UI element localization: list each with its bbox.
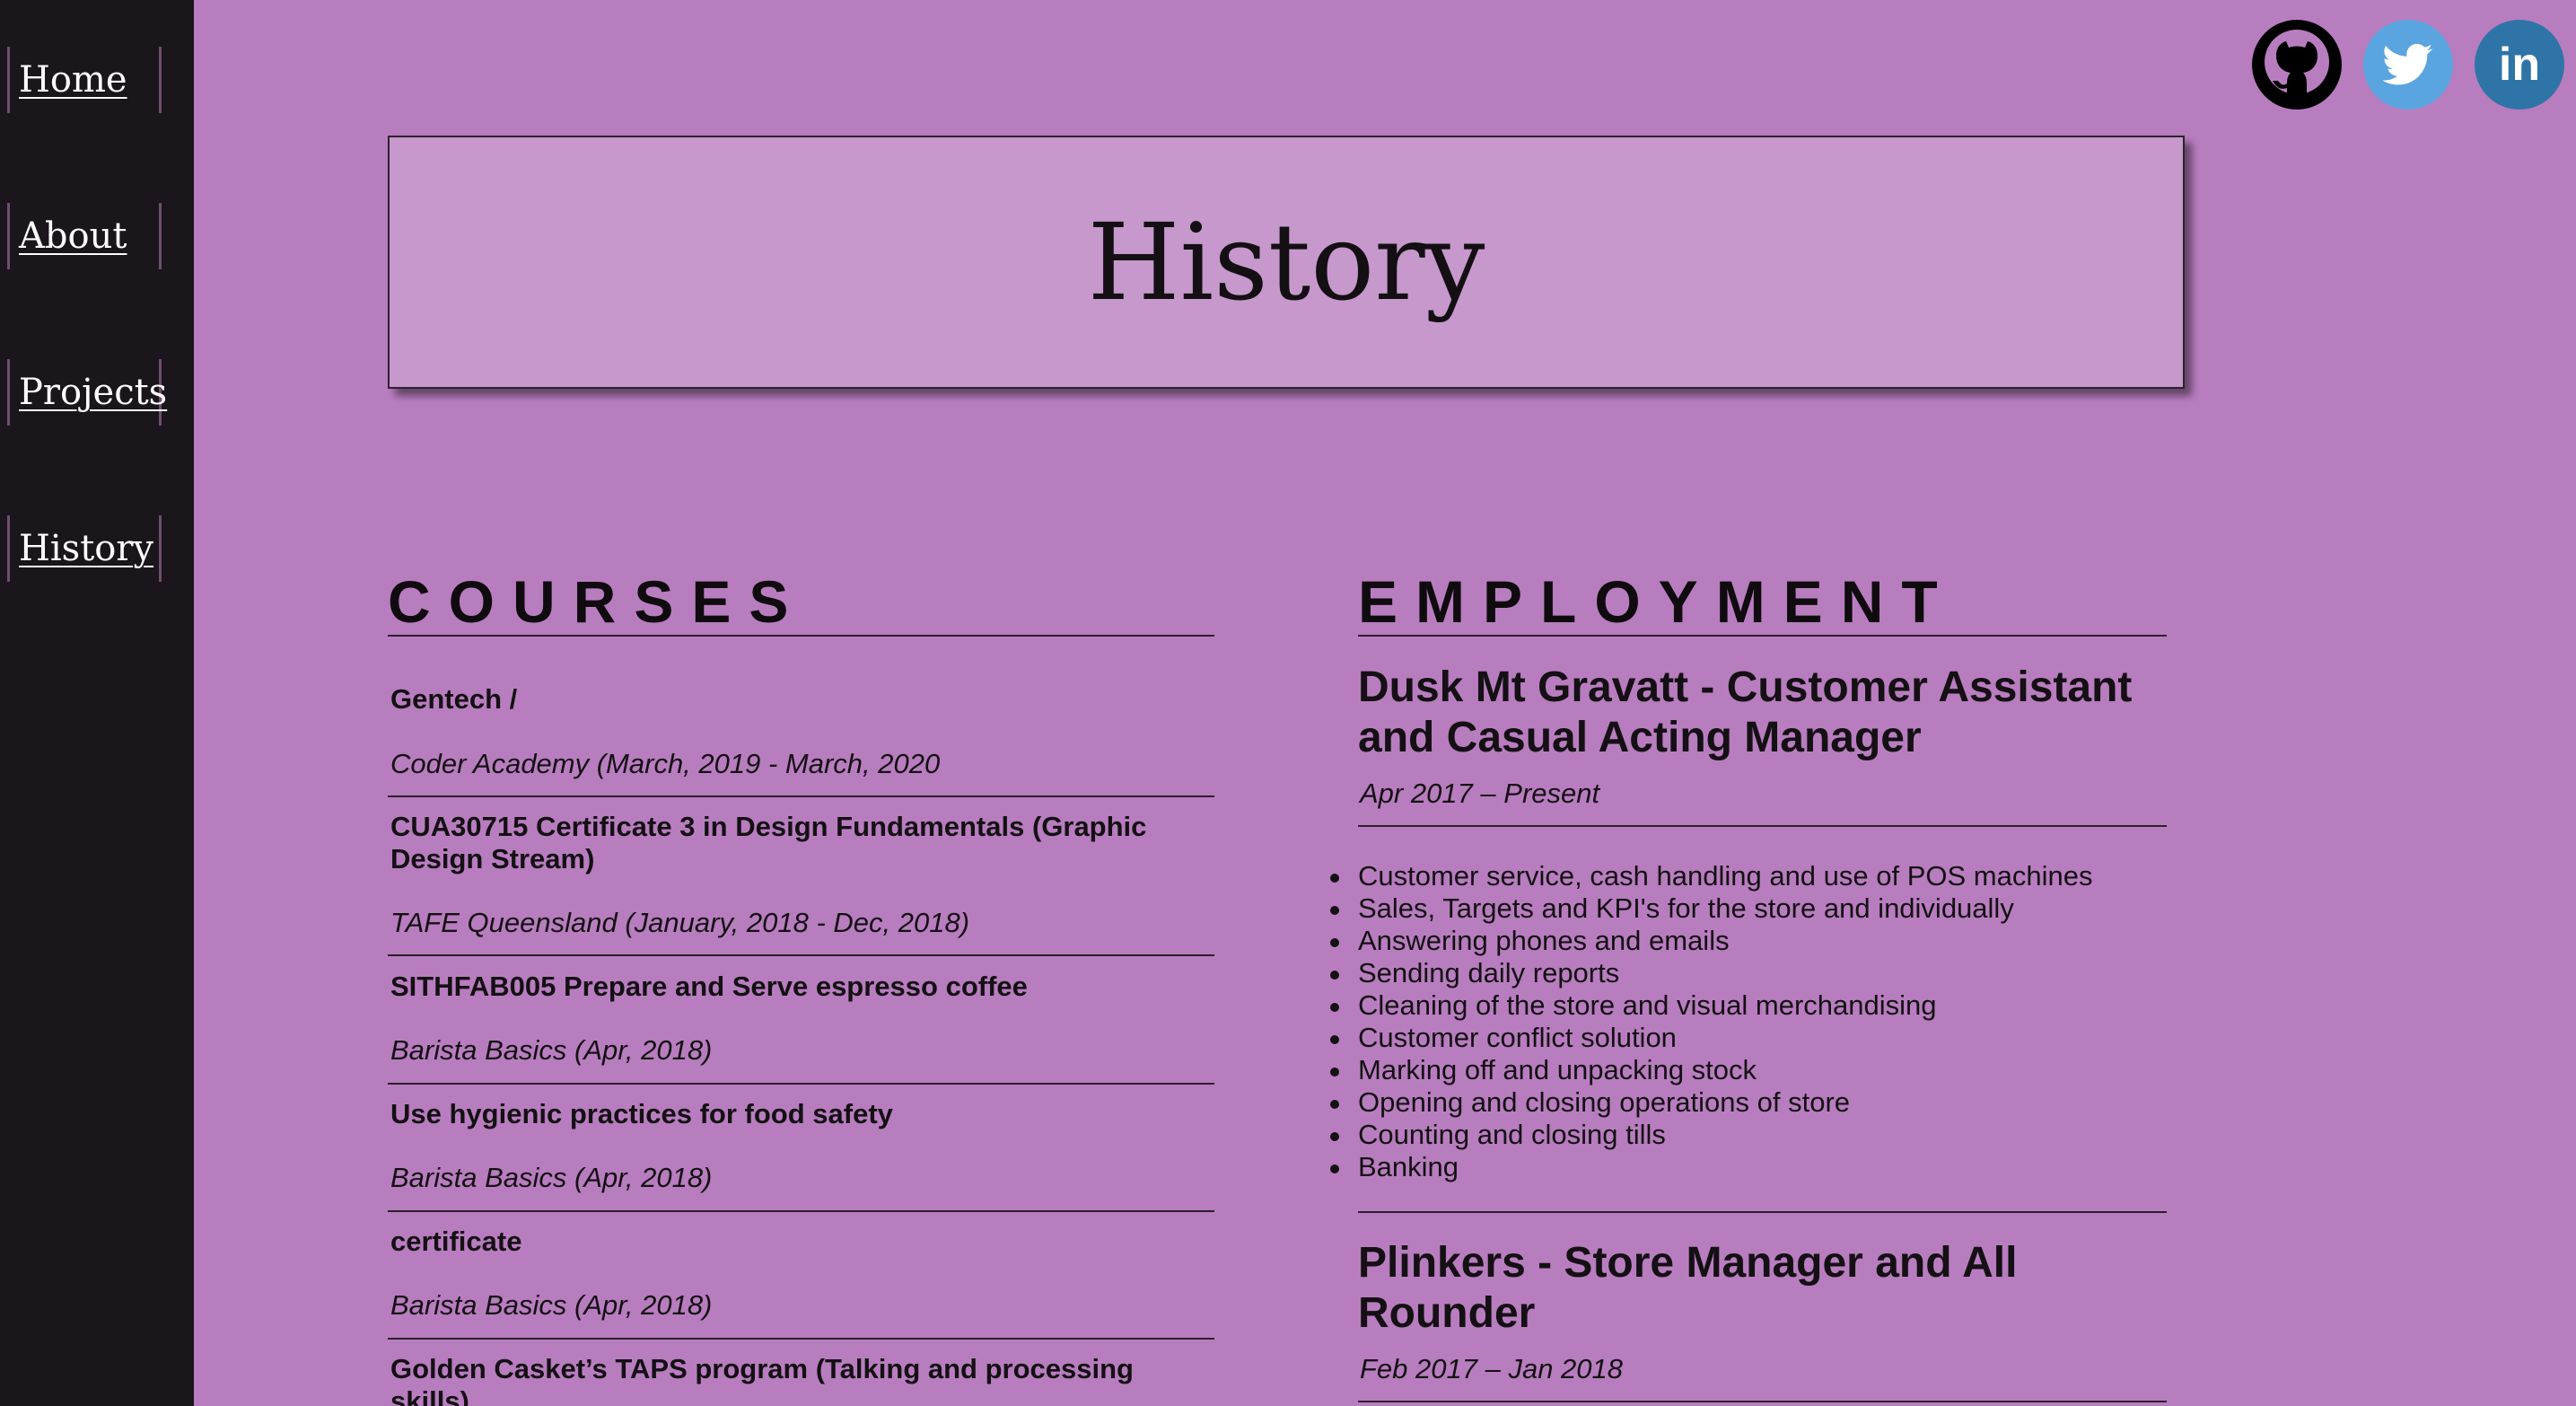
job-divider (1358, 1211, 2167, 1213)
page-title-box: History (388, 136, 2185, 389)
github-link[interactable] (2252, 20, 2342, 110)
nav-item-home[interactable]: Home (7, 47, 162, 113)
course-title: CUA30715 Certificate 3 in Design Fundame… (390, 811, 1147, 874)
list-item: Customer conflict solution (1329, 1022, 2092, 1054)
nav-item-about[interactable]: About (7, 203, 162, 269)
list-item: Cleaning of the store and visual merchan… (1329, 989, 2092, 1022)
nav-link-history[interactable]: History (19, 528, 153, 569)
course-provider: Barista Basics (Apr, 2018) (390, 1034, 713, 1066)
course-divider (388, 1338, 1214, 1340)
list-item: Marking off and unpacking stock (1329, 1054, 2092, 1086)
courses-heading: COURSES (388, 568, 807, 635)
list-item: Opening and closing operations of store (1329, 1086, 2092, 1119)
page-title: History (1087, 200, 1485, 324)
job-duties-list: Customer service, cash handling and use … (1329, 860, 2093, 1183)
course-title: Gentech / (390, 683, 518, 715)
course-provider: Barista Basics (Apr, 2018) (390, 1289, 713, 1321)
course-provider: TAFE Queensland (January, 2018 - Dec, 20… (390, 907, 970, 938)
sidebar-nav: Home About Projects History (0, 0, 194, 1406)
list-item: Answering phones and emails (1329, 925, 2092, 957)
job-title: Dusk Mt Gravatt - Customer Assistant and… (1358, 663, 2133, 761)
list-item: Banking (1329, 1151, 2092, 1183)
nav-link-projects[interactable]: Projects (19, 372, 167, 413)
github-icon (2252, 20, 2342, 110)
course-title: SITHFAB005 Prepare and Serve espresso co… (390, 971, 1028, 1002)
twitter-link[interactable] (2363, 20, 2453, 110)
job-title: Plinkers - Store Manager and All Rounder (1358, 1239, 2018, 1337)
job-divider (1358, 1401, 2167, 1402)
course-title: Use hygienic practices for food safety (390, 1098, 893, 1129)
course-divider (388, 795, 1214, 797)
list-item: Sales, Targets and KPI's for the store a… (1329, 892, 2092, 925)
linkedin-icon: in (2498, 39, 2541, 91)
employment-heading: EMPLOYMENT (1358, 568, 1956, 635)
list-item: Counting and closing tills (1329, 1119, 2092, 1151)
twitter-icon (2383, 43, 2433, 85)
course-provider: Coder Academy (March, 2019 - March, 2020 (390, 748, 941, 779)
course-divider (388, 1210, 1214, 1212)
job-dates: Apr 2017 – Present (1360, 778, 1600, 809)
nav-link-about[interactable]: About (19, 215, 127, 257)
list-item: Sending daily reports (1329, 957, 2092, 989)
nav-item-projects[interactable]: Projects (7, 359, 167, 426)
course-title: certificate (390, 1226, 522, 1257)
courses-heading-divider (388, 635, 1214, 637)
linkedin-link[interactable]: in (2475, 20, 2564, 110)
job-divider (1358, 825, 2167, 827)
nav-item-history[interactable]: History (7, 515, 162, 582)
job-dates: Feb 2017 – Jan 2018 (1360, 1353, 1624, 1384)
nav-link-home[interactable]: Home (19, 59, 127, 101)
course-divider (388, 954, 1214, 956)
list-item: Customer service, cash handling and use … (1329, 860, 2093, 892)
course-provider: Barista Basics (Apr, 2018) (390, 1162, 713, 1193)
employment-heading-divider (1358, 635, 2167, 637)
course-title: Golden Casket’s TAPS program (Talking an… (390, 1353, 1134, 1406)
course-divider (388, 1083, 1214, 1085)
